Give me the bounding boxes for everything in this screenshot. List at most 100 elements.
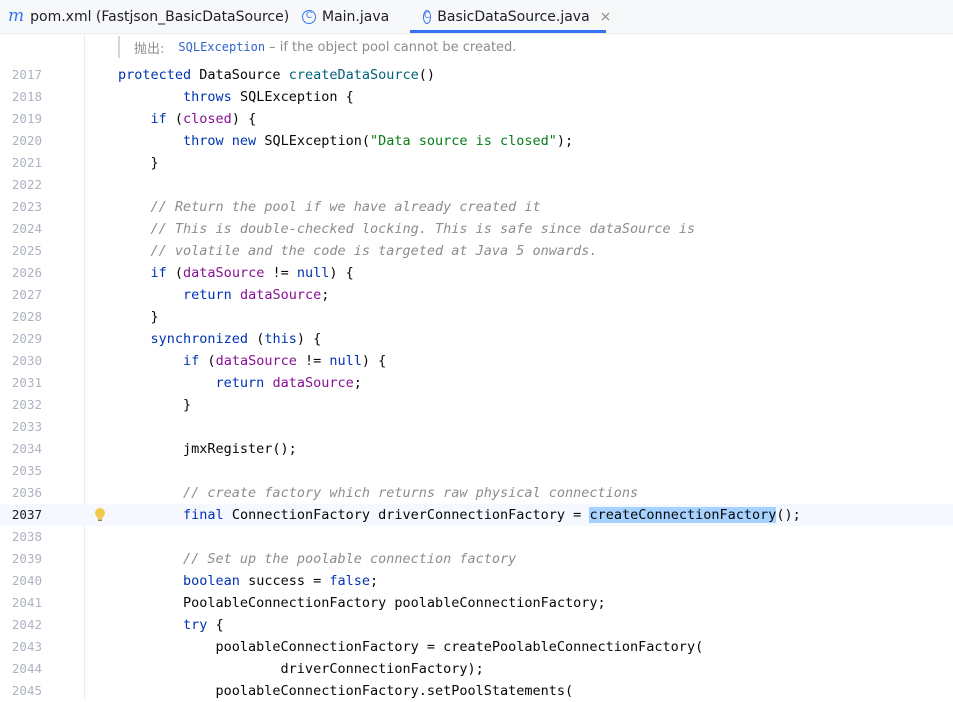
code-editor[interactable]: 抛出: SQLException – if the object pool ca… bbox=[0, 34, 953, 700]
code-line[interactable]: 2043 poolableConnectionFactory = createP… bbox=[0, 636, 953, 658]
line-number[interactable]: 2027 bbox=[0, 284, 42, 306]
code-token: // Return the pool if we have already cr… bbox=[150, 199, 541, 215]
line-number[interactable]: 2045 bbox=[0, 680, 42, 702]
tab-main-java[interactable]: C Main.java bbox=[302, 0, 402, 33]
code-line[interactable]: 2038 bbox=[0, 526, 953, 548]
code-token: boolean bbox=[183, 573, 249, 589]
code-line[interactable]: 2023 // Return the pool if we have alrea… bbox=[0, 196, 953, 218]
code-line[interactable]: 2037 final ConnectionFactory driverConne… bbox=[0, 504, 953, 526]
code-token: this bbox=[264, 331, 297, 347]
line-number[interactable]: 2025 bbox=[0, 240, 42, 262]
doc-hint-exception-link[interactable]: SQLException bbox=[178, 40, 265, 54]
code-line[interactable]: 2034 jmxRegister(); bbox=[0, 438, 953, 460]
code-line[interactable]: 2017 protected DataSource createDataSourc… bbox=[0, 64, 953, 86]
line-number[interactable]: 2018 bbox=[0, 86, 42, 108]
line-number[interactable]: 2033 bbox=[0, 416, 42, 438]
code-line[interactable]: 2033 bbox=[0, 416, 953, 438]
code-token: // This is double-checked locking. This … bbox=[150, 221, 696, 237]
code-line[interactable]: 2030 if (dataSource != null) { bbox=[0, 350, 953, 372]
code-token: jmxRegister(); bbox=[118, 441, 297, 457]
code-token: } bbox=[118, 155, 159, 171]
code-token: ); bbox=[556, 133, 574, 149]
code-line[interactable]: 2036 // create factory which returns raw… bbox=[0, 482, 953, 504]
line-number[interactable]: 2032 bbox=[0, 394, 42, 416]
code-line[interactable]: 2027 return dataSource; bbox=[0, 284, 953, 306]
code-token: ( bbox=[207, 353, 216, 369]
line-number[interactable]: 2023 bbox=[0, 196, 42, 218]
inline-doc-hint: 抛出: SQLException – if the object pool ca… bbox=[118, 36, 953, 58]
code-text: jmxRegister(); bbox=[118, 438, 297, 460]
code-line[interactable]: 2032 } bbox=[0, 394, 953, 416]
line-number[interactable]: 2019 bbox=[0, 108, 42, 130]
code-line[interactable]: 2040 boolean success = false; bbox=[0, 570, 953, 592]
code-token: SQLException( bbox=[264, 133, 370, 149]
line-number[interactable]: 2020 bbox=[0, 130, 42, 152]
code-token: dataSource bbox=[239, 287, 322, 303]
line-number[interactable]: 2038 bbox=[0, 526, 42, 548]
code-token: synchronized bbox=[150, 331, 257, 347]
line-number[interactable]: 2031 bbox=[0, 372, 42, 394]
line-number[interactable]: 2024 bbox=[0, 218, 42, 240]
line-number[interactable]: 2040 bbox=[0, 570, 42, 592]
line-number[interactable]: 2026 bbox=[0, 262, 42, 284]
line-number[interactable]: 2035 bbox=[0, 460, 42, 482]
line-number[interactable]: 2028 bbox=[0, 306, 42, 328]
line-number[interactable]: 2041 bbox=[0, 592, 42, 614]
code-token: ) { bbox=[329, 265, 354, 281]
code-line[interactable]: 2019 if (closed) { bbox=[0, 108, 953, 130]
code-token: return bbox=[215, 375, 273, 391]
maven-icon: m bbox=[8, 6, 25, 26]
code-token: poolableConnectionFactory.setPoolStateme… bbox=[118, 683, 574, 699]
code-line[interactable]: 2020 throw new SQLException("Data source… bbox=[0, 130, 953, 152]
code-token: if bbox=[183, 353, 208, 369]
code-line[interactable]: 2018 throws SQLException { bbox=[0, 86, 953, 108]
code-line[interactable]: 2041 PoolableConnectionFactory poolableC… bbox=[0, 592, 953, 614]
line-number[interactable]: 2042 bbox=[0, 614, 42, 636]
code-line[interactable]: 2024 // This is double-checked locking. … bbox=[0, 218, 953, 240]
line-number[interactable]: 2036 bbox=[0, 482, 42, 504]
code-line[interactable]: 2042 try { bbox=[0, 614, 953, 636]
close-icon[interactable]: × bbox=[600, 9, 612, 25]
code-line[interactable]: 2031 return dataSource; bbox=[0, 372, 953, 394]
code-token: () bbox=[418, 67, 435, 83]
line-number[interactable]: 2043 bbox=[0, 636, 42, 658]
code-text: if (dataSource != null) { bbox=[118, 262, 354, 284]
lightbulb-icon[interactable] bbox=[93, 507, 107, 523]
line-number[interactable]: 2017 bbox=[0, 64, 42, 86]
code-text: poolableConnectionFactory.setPoolStateme… bbox=[118, 680, 574, 702]
line-number[interactable]: 2037 bbox=[0, 504, 42, 526]
code-token: throws bbox=[183, 89, 240, 105]
code-line[interactable]: 2029 synchronized (this) { bbox=[0, 328, 953, 350]
tab-pom-xml[interactable]: m pom.xml (Fastjson_BasicDataSource) bbox=[8, 0, 289, 33]
code-token: protected bbox=[118, 67, 200, 83]
line-number[interactable]: 2039 bbox=[0, 548, 42, 570]
line-number[interactable]: 2044 bbox=[0, 658, 42, 680]
tab-label: pom.xml (Fastjson_BasicDataSource) bbox=[30, 8, 290, 25]
code-line[interactable]: 2045 poolableConnectionFactory.setPoolSt… bbox=[0, 680, 953, 702]
code-line[interactable]: 2022 bbox=[0, 174, 953, 196]
code-token: ) { bbox=[231, 111, 257, 127]
line-number[interactable]: 2021 bbox=[0, 152, 42, 174]
code-token: dataSource bbox=[183, 265, 265, 281]
code-line[interactable]: 2028 } bbox=[0, 306, 953, 328]
code-line[interactable]: 2021 } bbox=[0, 152, 953, 174]
code-text: return dataSource; bbox=[118, 284, 329, 306]
line-number[interactable]: 2030 bbox=[0, 350, 42, 372]
code-text: throws SQLException { bbox=[118, 86, 354, 108]
code-line[interactable]: 2025 // volatile and the code is targete… bbox=[0, 240, 953, 262]
code-line[interactable]: 2026 if (dataSource != null) { bbox=[0, 262, 953, 284]
code-token: if bbox=[150, 265, 175, 281]
code-line[interactable]: 2035 bbox=[0, 460, 953, 482]
code-line[interactable]: 2044 driverConnectionFactory); bbox=[0, 658, 953, 680]
tab-basicdatasource-java[interactable]: C BasicDataSource.java × bbox=[410, 0, 611, 33]
line-number[interactable]: 2034 bbox=[0, 438, 42, 460]
line-number[interactable]: 2022 bbox=[0, 174, 42, 196]
code-line[interactable]: 2039 // Set up the poolable connection f… bbox=[0, 548, 953, 570]
doc-hint-bar bbox=[118, 36, 120, 58]
line-number[interactable]: 2029 bbox=[0, 328, 42, 350]
